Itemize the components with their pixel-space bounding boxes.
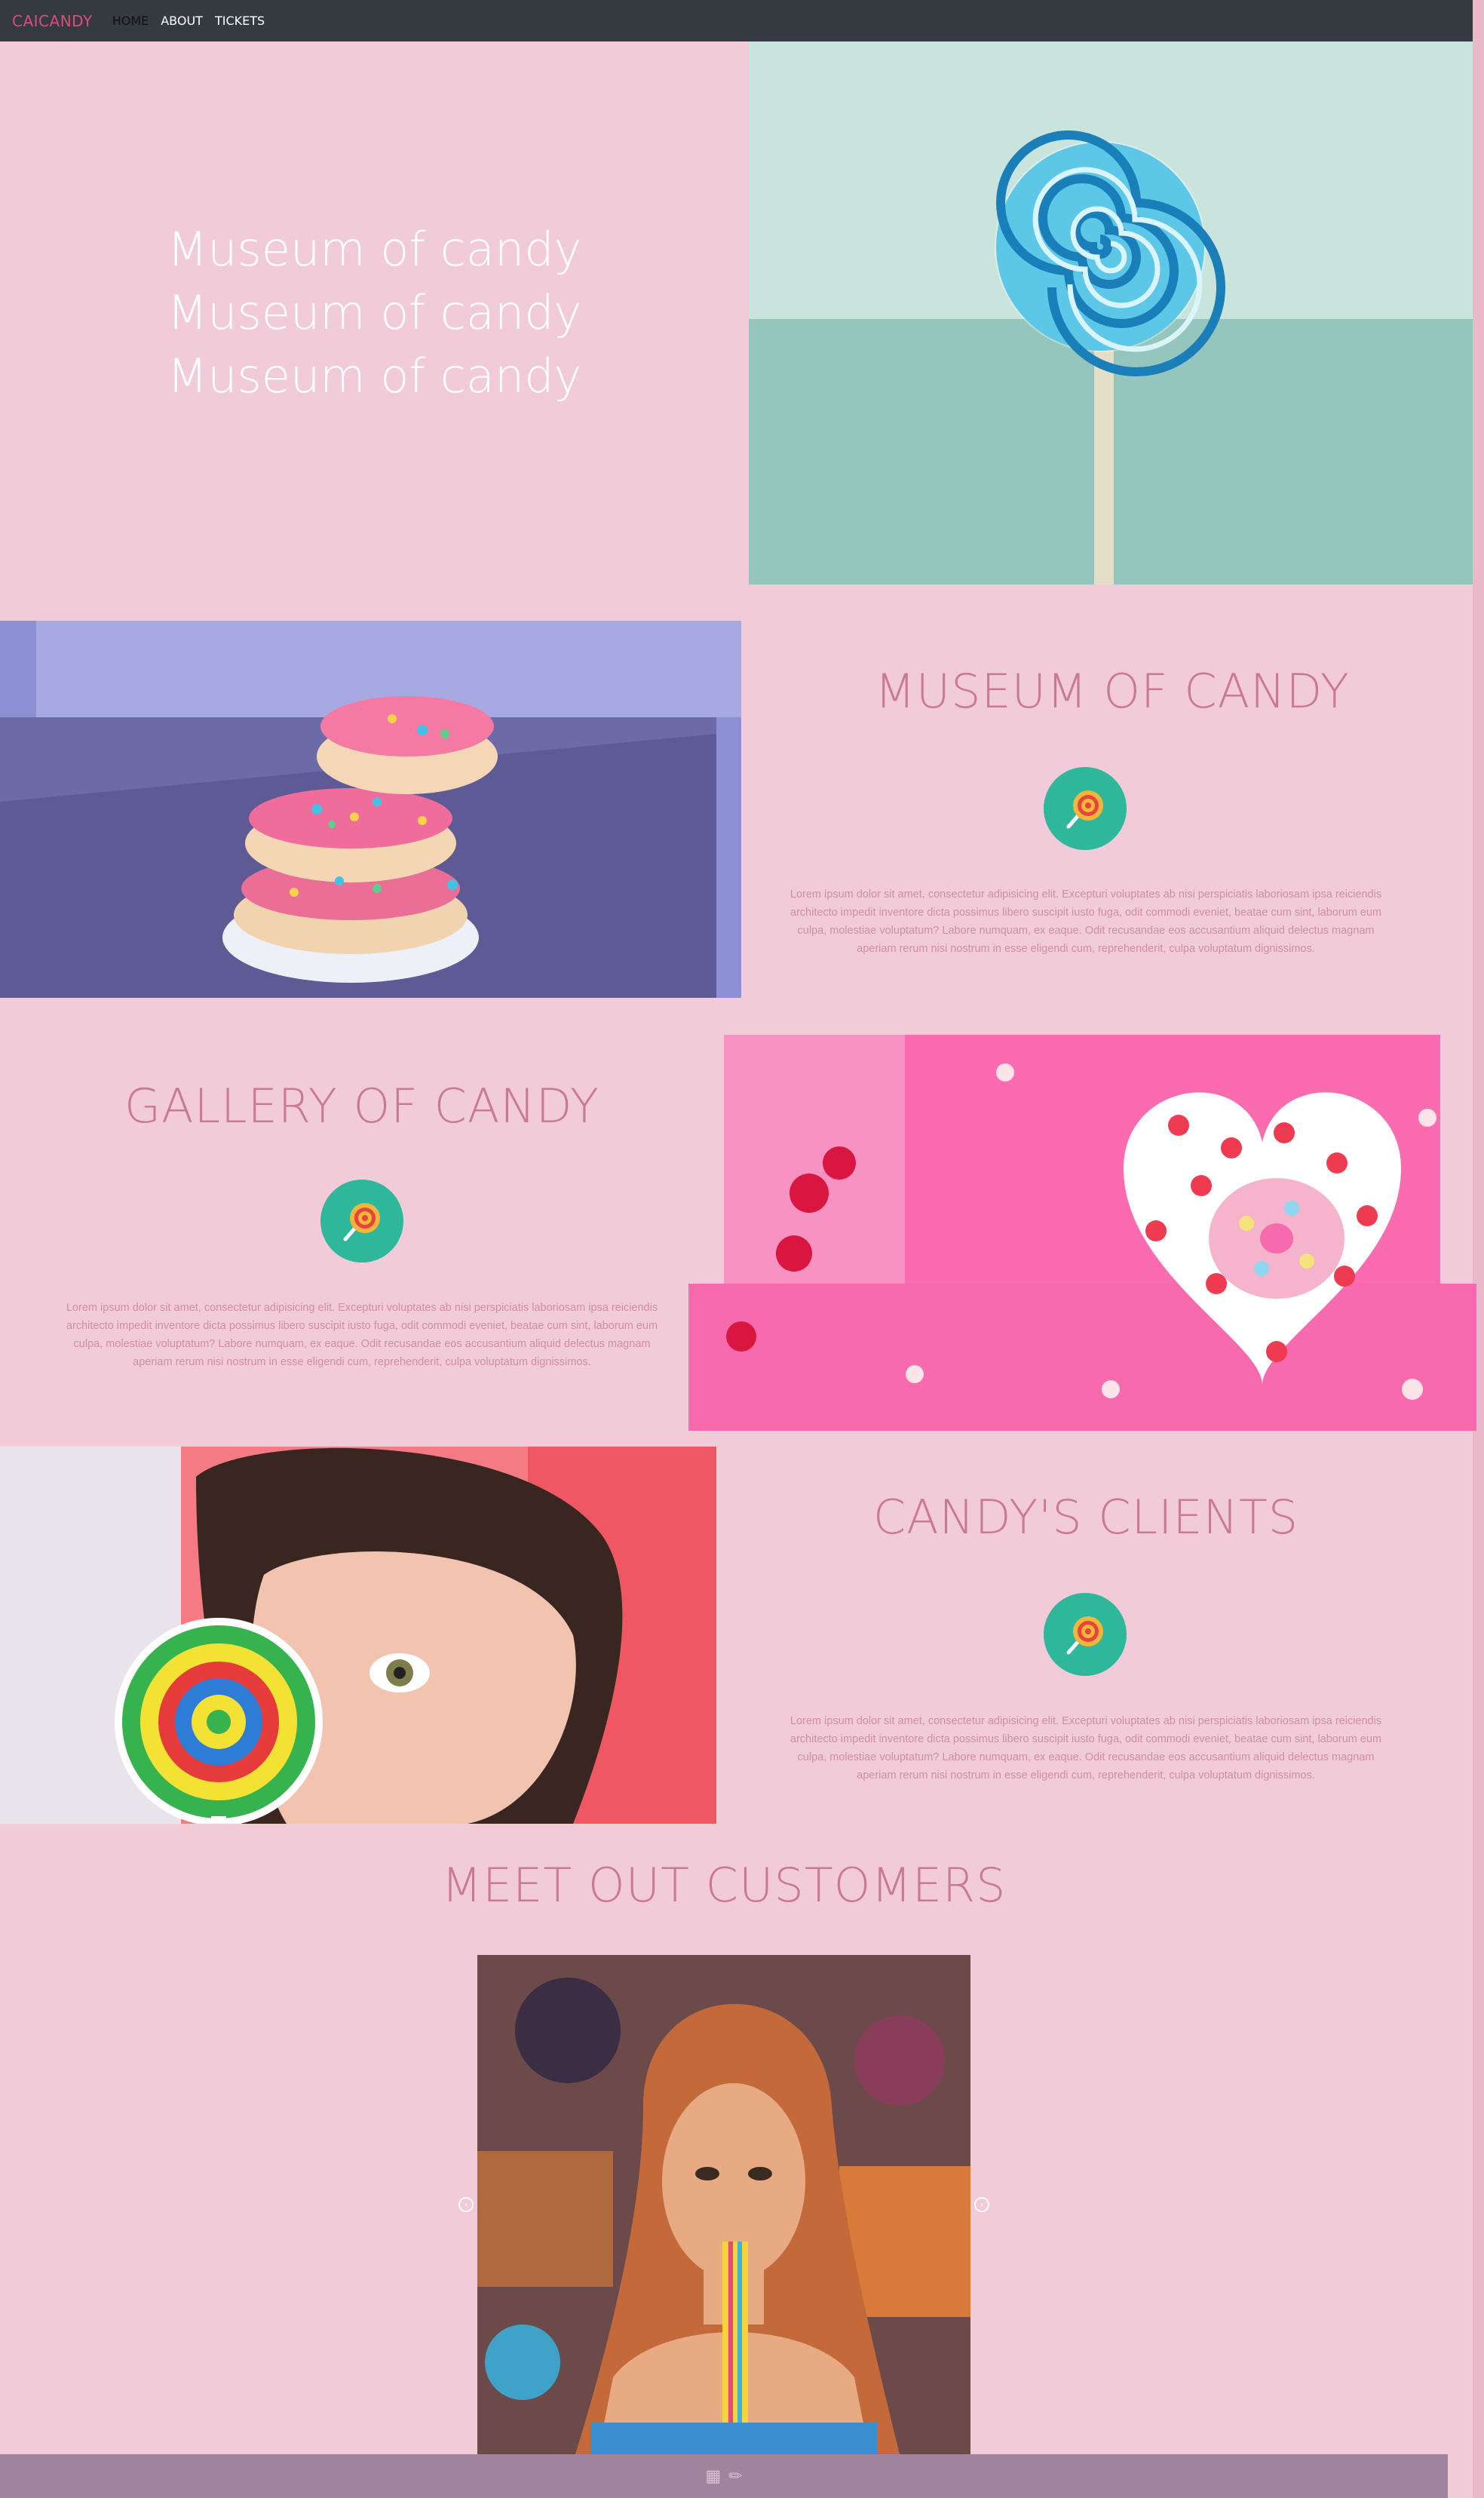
chevron-right-icon: › <box>980 2199 984 2210</box>
lollipop-icon <box>320 1180 403 1263</box>
lollipop-icon <box>1044 767 1127 850</box>
chevron-left-icon: ‹ <box>464 2199 468 2210</box>
footer: ▦ ✏ <box>0 2454 1448 2498</box>
donuts-image <box>0 621 741 998</box>
heart-candy-image <box>688 1035 1476 1431</box>
carousel-prev-button[interactable]: ‹ <box>458 2197 474 2212</box>
hero-lollipop-image <box>749 41 1473 585</box>
lollipop-icon <box>1044 1593 1127 1676</box>
section-title-gallery: GALLERY OF CANDY <box>124 1079 599 1134</box>
nav-link-tickets[interactable]: TICKETS <box>215 14 265 28</box>
candy-icon: ✏ <box>728 2466 743 2486</box>
carousel-next-button[interactable]: › <box>974 2197 989 2212</box>
section-text-museum: Lorem ipsum dolor sit amet, consectetur … <box>790 888 1382 955</box>
hero-line: Museum of candy <box>167 222 582 277</box>
navbar: CAICANDY HOME ABOUT TICKETS <box>0 0 1473 41</box>
page: CAICANDY HOME ABOUT TICKETS Museum of ca… <box>0 0 1484 2498</box>
cake-icon: ▦ <box>705 2466 722 2486</box>
hero-line: Museum of candy <box>167 348 582 404</box>
section-title-clients: CANDY'S CLIENTS <box>872 1490 1299 1545</box>
section-title-customers: MEET OUT CUSTOMERS <box>441 1858 1007 1913</box>
nav-link-home[interactable]: HOME <box>112 14 149 28</box>
hero-heading: Museum of candy Museum of candy Museum o… <box>0 41 749 585</box>
customer-carousel-image <box>477 1955 970 2454</box>
brand-logo[interactable]: CAICANDY <box>12 12 93 30</box>
section-title-museum: MUSEUM OF CANDY <box>875 664 1350 719</box>
girl-lollipop-image <box>0 1447 716 1824</box>
section-text-gallery: Lorem ipsum dolor sit amet, consectetur … <box>66 1302 658 1368</box>
hero-line: Museum of candy <box>167 285 582 340</box>
nav-link-about[interactable]: ABOUT <box>161 14 203 28</box>
section-text-clients: Lorem ipsum dolor sit amet, consectetur … <box>790 1715 1382 1781</box>
